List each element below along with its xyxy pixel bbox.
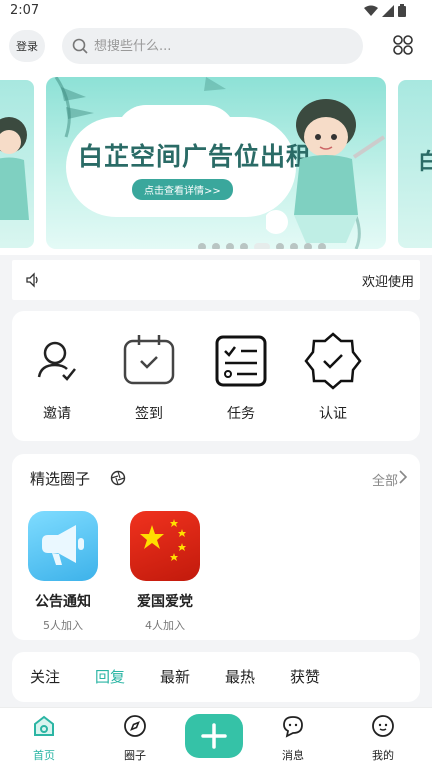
circle-avatar (28, 511, 98, 581)
carousel-dot[interactable] (240, 243, 248, 249)
nav-home[interactable]: 首页 (14, 714, 74, 763)
section-title: 精选圈子 (30, 470, 91, 488)
carousel-dot[interactable] (212, 243, 220, 249)
search-input[interactable] (94, 38, 334, 54)
login-button[interactable]: 登录 (9, 30, 45, 62)
invite-icon (37, 341, 76, 381)
status-time: 2:07 (10, 3, 40, 18)
shortcut-grid: 邀请 签到 任务 认证 (12, 311, 420, 441)
post-button[interactable] (185, 714, 243, 758)
top-bar: 登录 (0, 24, 432, 70)
carousel-dot[interactable] (318, 243, 326, 249)
character-illustration-icon (0, 117, 29, 220)
banner-cta-button[interactable]: 点击查看详情>> (132, 179, 233, 200)
circle-card[interactable]: 爱国爱党 4人加入 (120, 511, 210, 633)
carousel-dot[interactable] (304, 243, 312, 249)
china-flag-icon (140, 519, 186, 561)
nav-profile[interactable]: 我的 (353, 714, 413, 763)
shortcut-verify[interactable]: 认证 (298, 331, 368, 423)
banner-prev-slide[interactable] (0, 80, 34, 248)
banner-carousel[interactable]: 白芷空间广告位出租 点击查看详情>> 白芷 (0, 70, 432, 255)
checkin-calendar-icon (123, 335, 175, 385)
feed-tabs: 关注 回复 最新 最热 获赞 (12, 652, 420, 702)
nav-label: 首页 (33, 749, 55, 762)
status-bar: 2:07 (0, 0, 432, 24)
circle-member-count: 5人加入 (43, 619, 83, 632)
message-icon (283, 716, 303, 738)
bottom-nav: 首页 圈子 消息 我的 (0, 707, 432, 765)
home-icon (34, 715, 54, 736)
carousel-dot-active[interactable] (254, 243, 270, 249)
nav-label: 我的 (372, 749, 394, 762)
shortcut-label: 认证 (319, 406, 347, 422)
featured-circles-section: 精选圈子 全部 公告通知 5人加入 爱国爱党 4人加入 (12, 454, 420, 640)
circle-card[interactable]: 公告通知 5人加入 (18, 511, 108, 633)
search-icon (72, 38, 88, 54)
plus-icon (201, 723, 227, 749)
wifi-icon (364, 5, 378, 16)
circle-name: 公告通知 (35, 594, 91, 610)
banner-slide[interactable]: 白芷空间广告位出租 点击查看详情>> (46, 77, 386, 249)
tab-reply[interactable]: 回复 (95, 666, 125, 687)
view-all-link[interactable]: 全部 (372, 470, 398, 489)
shortcut-checkin[interactable]: 签到 (114, 331, 184, 423)
shortcut-label: 任务 (227, 406, 255, 422)
banner-next-slide[interactable]: 白芷 (398, 80, 432, 248)
app-grid-icon[interactable] (392, 34, 414, 56)
circle-name: 爱国爱党 (137, 594, 193, 610)
chevron-right-icon[interactable] (398, 470, 408, 484)
nav-label: 圈子 (124, 749, 146, 762)
tab-follow[interactable]: 关注 (30, 666, 60, 687)
nav-label: 消息 (282, 749, 304, 762)
tab-hottest[interactable]: 最热 (225, 666, 255, 687)
carousel-dot[interactable] (226, 243, 234, 249)
character-illustration-icon (266, 99, 386, 243)
carousel-dots (198, 243, 326, 249)
status-icons (364, 4, 406, 17)
nav-messages[interactable]: 消息 (263, 714, 323, 763)
notice-bar[interactable]: 欢迎使用 (12, 260, 420, 300)
shortcut-label: 邀请 (43, 406, 71, 422)
nav-circles[interactable]: 圈子 (105, 714, 165, 763)
speaker-icon (26, 272, 38, 288)
battery-icon (398, 4, 406, 17)
tab-latest[interactable]: 最新 (160, 666, 190, 687)
circle-avatar (130, 511, 200, 581)
shortcut-label: 签到 (135, 406, 163, 422)
task-list-icon (215, 335, 267, 387)
search-bar[interactable] (62, 28, 363, 64)
circle-member-count: 4人加入 (145, 619, 185, 632)
carousel-dot[interactable] (290, 243, 298, 249)
banner-side-title: 白芷 (418, 149, 432, 175)
signal-icon (382, 4, 394, 17)
carousel-dot[interactable] (198, 243, 206, 249)
shortcut-invite[interactable]: 邀请 (22, 331, 92, 423)
tab-liked[interactable]: 获赞 (290, 666, 320, 687)
profile-icon (372, 715, 394, 737)
aperture-icon (110, 470, 126, 486)
notice-text: 欢迎使用 (362, 275, 415, 290)
megaphone-icon (42, 525, 84, 565)
verified-badge-icon (304, 332, 362, 390)
carousel-dot[interactable] (276, 243, 284, 249)
shortcut-task[interactable]: 任务 (206, 331, 276, 423)
compass-icon (124, 715, 146, 737)
